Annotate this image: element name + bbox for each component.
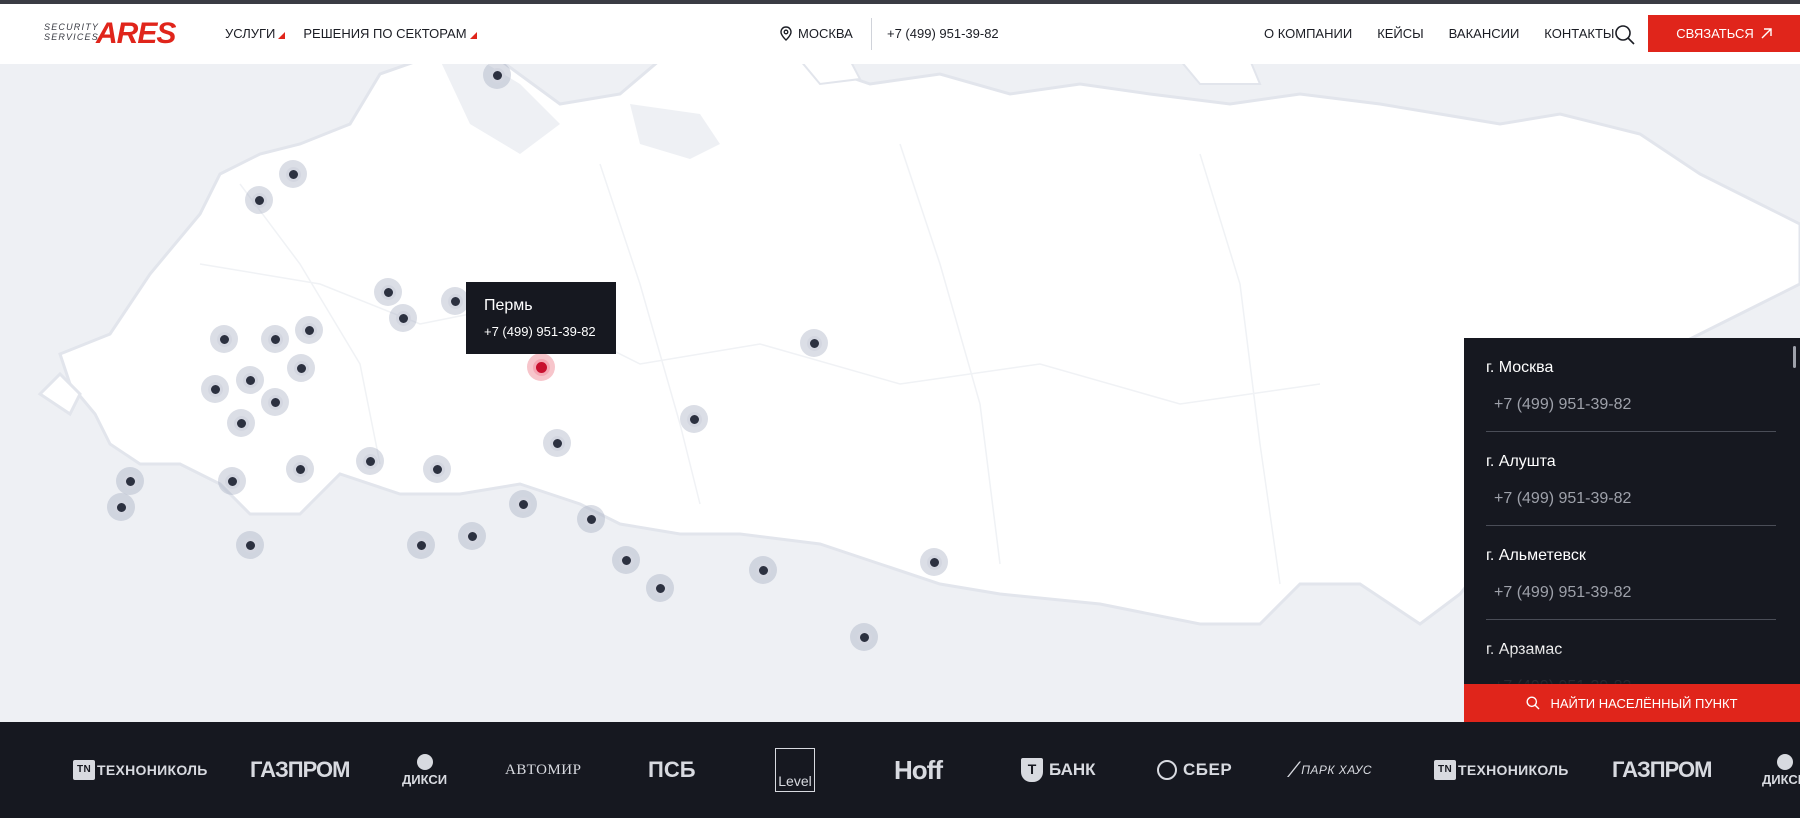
city-marker[interactable] xyxy=(287,354,315,382)
contact-us-button[interactable]: СВЯЗАТЬСЯ xyxy=(1648,15,1800,52)
logo-tagline: SECURITY SERVICES xyxy=(44,22,99,42)
city-marker[interactable] xyxy=(236,531,264,559)
sber-logo: СБЕР xyxy=(1157,722,1232,818)
city-marker[interactable] xyxy=(423,455,451,483)
city-marker[interactable] xyxy=(509,490,537,518)
header-divider xyxy=(871,18,872,50)
dixy-logo: ДИКСИ xyxy=(402,722,447,818)
nav-cases[interactable]: КЕЙСЫ xyxy=(1377,26,1423,41)
nav-contacts[interactable]: КОНТАКТЫ xyxy=(1544,26,1614,41)
client-logos-strip: TN ТЕХНОНИКОЛЬ ГАЗПРОМ ДИКСИ АВТОМИР ПСБ … xyxy=(0,722,1800,818)
main-nav: УСЛУГИ РЕШЕНИЯ ПО СЕКТОРАМ xyxy=(225,26,477,41)
city-list: г. Москва +7 (499) 951-39-82 г. Алушта +… xyxy=(1486,338,1776,714)
park-house-logo: ⁄ ПАРК ХАУС xyxy=(1293,757,1373,782)
logo-wordmark: ARES xyxy=(96,17,176,50)
panel-scrollbar[interactable] xyxy=(1793,346,1796,368)
city-marker[interactable] xyxy=(261,388,289,416)
city-marker[interactable] xyxy=(210,325,238,353)
city-marker[interactable] xyxy=(116,467,144,495)
city-marker[interactable] xyxy=(279,160,307,188)
city-marker[interactable] xyxy=(389,304,417,332)
city-marker[interactable] xyxy=(646,574,674,602)
list-item[interactable]: г. Москва +7 (499) 951-39-82 xyxy=(1486,338,1776,432)
city-marker[interactable] xyxy=(920,548,948,576)
dixy-logo: ДИКСИ xyxy=(1762,722,1800,818)
site-header: SECURITY SERVICES ARES УСЛУГИ РЕШЕНИЯ ПО… xyxy=(0,4,1800,64)
city-marker[interactable] xyxy=(458,522,486,550)
level-logo: Level xyxy=(775,722,815,818)
tooltip-city-name: Пермь xyxy=(484,297,533,314)
city-marker[interactable] xyxy=(245,186,273,214)
dropdown-triangle-icon xyxy=(278,32,286,39)
hoff-logo: Hoff xyxy=(894,754,943,785)
search-icon[interactable] xyxy=(1614,24,1636,46)
city-marker[interactable] xyxy=(850,623,878,651)
city-marker[interactable] xyxy=(356,447,384,475)
tooltip-phone[interactable]: +7 (499) 951-39-82 xyxy=(484,324,598,339)
psb-logo: ПСБ xyxy=(648,757,696,782)
avtomir-logo: АВТОМИР xyxy=(505,761,582,778)
city-marker-perm-active[interactable] xyxy=(527,353,555,381)
ares-logo[interactable]: SECURITY SERVICES ARES xyxy=(44,18,184,52)
technonicol-logo: TN ТЕХНОНИКОЛЬ xyxy=(1434,722,1569,818)
city-marker[interactable] xyxy=(201,375,229,403)
city-marker[interactable] xyxy=(407,531,435,559)
city-name: МОСКВА xyxy=(798,26,853,41)
location-pin-icon xyxy=(780,26,792,41)
tbank-logo: T БАНК xyxy=(1021,722,1096,818)
list-item[interactable]: г. Альметевск +7 (499) 951-39-82 xyxy=(1486,526,1776,620)
header-phone-link[interactable]: +7 (499) 951-39-82 xyxy=(887,26,999,41)
city-marker[interactable] xyxy=(227,409,255,437)
nav-vacancies[interactable]: ВАКАНСИИ xyxy=(1449,26,1520,41)
city-list-panel: г. Москва +7 (499) 951-39-82 г. Алушта +… xyxy=(1464,338,1800,722)
city-marker[interactable] xyxy=(680,405,708,433)
city-marker[interactable] xyxy=(612,546,640,574)
city-marker[interactable] xyxy=(261,325,289,353)
dropdown-triangle-icon xyxy=(469,32,477,39)
gazprom-logo: ГАЗПРОМ xyxy=(1612,757,1712,782)
city-marker[interactable] xyxy=(374,278,402,306)
city-marker[interactable] xyxy=(749,556,777,584)
technonicol-logo: TN ТЕХНОНИКОЛЬ xyxy=(73,722,208,818)
list-item[interactable]: г. Алушта +7 (499) 951-39-82 xyxy=(1486,432,1776,526)
city-marker[interactable] xyxy=(107,493,135,521)
arrow-up-right-icon xyxy=(1761,28,1772,39)
nav-about[interactable]: О КОМПАНИИ xyxy=(1264,26,1352,41)
city-marker[interactable] xyxy=(543,429,571,457)
search-icon xyxy=(1526,696,1540,710)
city-marker[interactable] xyxy=(236,366,264,394)
city-marker[interactable] xyxy=(218,467,246,495)
gazprom-logo: ГАЗПРОМ xyxy=(250,757,350,782)
city-tooltip: Пермь +7 (499) 951-39-82 xyxy=(466,282,616,354)
city-marker[interactable] xyxy=(286,455,314,483)
nav-sector-solutions[interactable]: РЕШЕНИЯ ПО СЕКТОРАМ xyxy=(303,26,477,41)
city-selector[interactable]: МОСКВА xyxy=(780,26,853,41)
find-locality-button[interactable]: НАЙТИ НАСЕЛЁННЫЙ ПУНКТ xyxy=(1464,684,1800,722)
nav-services[interactable]: УСЛУГИ xyxy=(225,26,286,41)
city-marker[interactable] xyxy=(295,316,323,344)
city-marker[interactable] xyxy=(577,505,605,533)
city-marker[interactable] xyxy=(800,329,828,357)
secondary-nav: О КОМПАНИИ КЕЙСЫ ВАКАНСИИ КОНТАКТЫ xyxy=(1264,26,1614,41)
city-marker[interactable] xyxy=(441,287,469,315)
